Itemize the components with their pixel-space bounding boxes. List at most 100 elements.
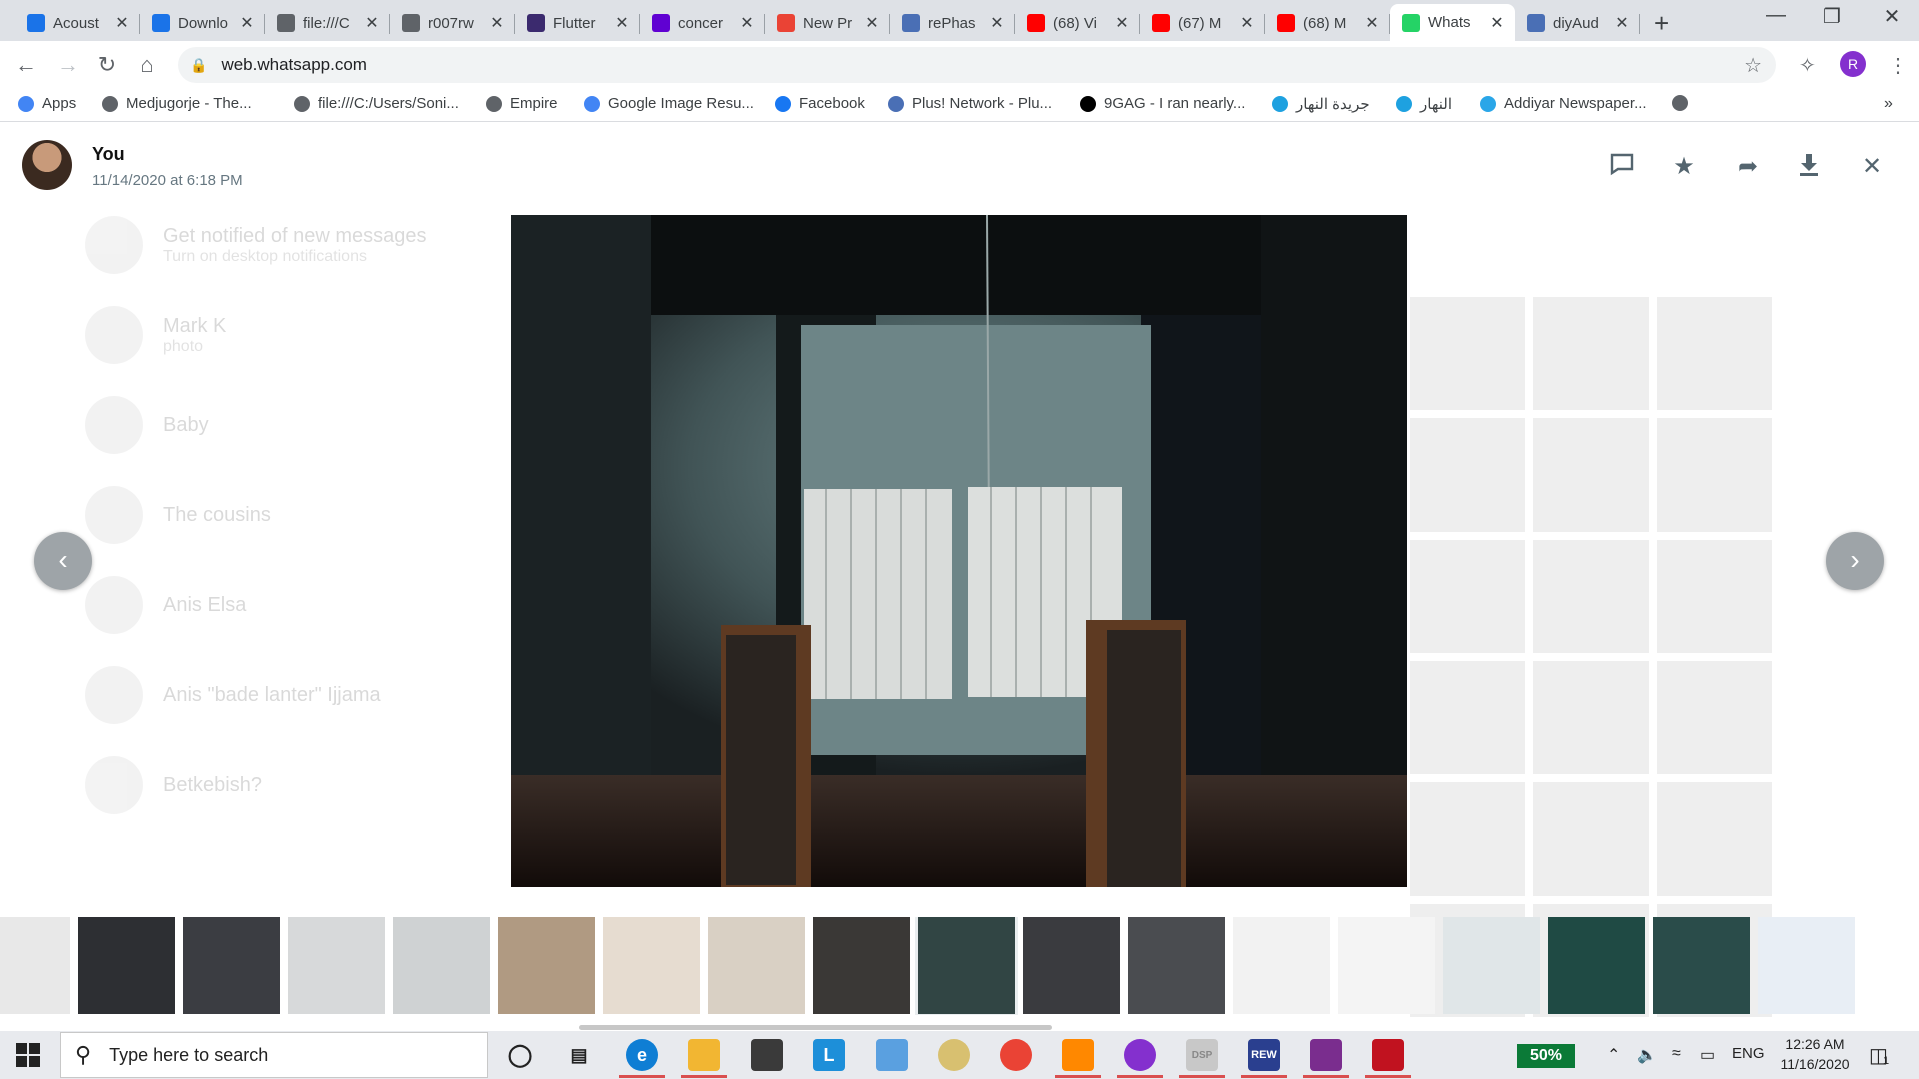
rew-app-icon[interactable]: REW (1248, 1039, 1280, 1071)
tab-1[interactable]: Acoust ✕ (15, 6, 140, 40)
tab-8[interactable]: rePhas ✕ (890, 6, 1015, 40)
bookmark-item[interactable]: Apps (18, 95, 76, 112)
thumbnail[interactable] (183, 917, 280, 1014)
vlc-icon[interactable] (1062, 1039, 1094, 1071)
thumbnail[interactable] (1023, 917, 1120, 1014)
thumbnail[interactable] (603, 917, 700, 1014)
notification-center-icon[interactable]: ◫ 1 (1869, 1043, 1889, 1068)
back-arrow-icon[interactable]: ← (12, 52, 40, 78)
dsp-app-icon[interactable]: DSP (1186, 1039, 1218, 1071)
tab-3[interactable]: file:///C ✕ (265, 6, 390, 40)
extensions-icon[interactable]: ✧ (1799, 53, 1816, 78)
chrome-profile-icon[interactable] (1124, 1039, 1156, 1071)
edge-icon[interactable]: e (626, 1039, 658, 1071)
l-app-icon[interactable]: L (813, 1039, 845, 1071)
tab-close-icon[interactable]: ✕ (364, 13, 380, 33)
battery-percent-badge[interactable]: 50% (1517, 1044, 1575, 1068)
tab-close-icon[interactable]: ✕ (1614, 13, 1630, 33)
winrar-icon[interactable] (1310, 1039, 1342, 1071)
bookmark-item[interactable]: Empire (486, 95, 558, 112)
tab-9[interactable]: (68) Vi ✕ (1015, 6, 1140, 40)
bookmark-item[interactable]: جريدة النهار (1272, 95, 1370, 113)
file-explorer-icon[interactable] (688, 1039, 720, 1071)
bookmark-item[interactable]: Facebook (775, 95, 865, 112)
tab-close-icon[interactable]: ✕ (1364, 13, 1380, 33)
tab-close-icon[interactable]: ✕ (1489, 13, 1505, 33)
bookmark-item[interactable]: Google Image Resu... (584, 95, 754, 112)
network-app-icon[interactable] (876, 1039, 908, 1071)
thumbnail[interactable] (1128, 917, 1225, 1014)
star-icon[interactable]: ★ (1667, 152, 1701, 181)
forward-icon[interactable]: ➦ (1731, 152, 1765, 181)
grid-app-icon[interactable] (1372, 1039, 1404, 1071)
chrome-icon[interactable] (1000, 1039, 1032, 1071)
tab-close-icon[interactable]: ✕ (739, 13, 755, 33)
thumbnail[interactable] (915, 917, 1018, 1015)
thumbnail[interactable] (498, 917, 595, 1014)
thumbnail[interactable] (1653, 917, 1750, 1014)
tab-10[interactable]: (67) M ✕ (1140, 6, 1265, 40)
clock[interactable]: 12:26 AM 11/16/2020 (1774, 1034, 1856, 1074)
taskbar-search-box[interactable]: ⚲ Type here to search (60, 1032, 488, 1078)
tab-close-icon[interactable]: ✕ (989, 13, 1005, 33)
download-icon[interactable] (1792, 152, 1826, 185)
bookmark-item[interactable]: النهار (1396, 95, 1452, 113)
thumbnail[interactable] (1338, 917, 1435, 1014)
thumbnail[interactable] (0, 917, 70, 1014)
tab-close-icon[interactable]: ✕ (864, 13, 880, 33)
new-tab-button[interactable]: + (1654, 8, 1669, 39)
thumbnail-scrollbar[interactable] (579, 1025, 1052, 1030)
address-bar[interactable]: 🔒 web.whatsapp.com ☆ (178, 47, 1776, 83)
reload-icon[interactable]: ↻ (93, 52, 121, 78)
tab-close-icon[interactable]: ✕ (239, 13, 255, 33)
thumbnail[interactable] (1233, 917, 1330, 1014)
task-view-icon[interactable]: ▤ (563, 1039, 595, 1071)
thumbnail[interactable] (393, 917, 490, 1014)
more-bookmarks-button[interactable]: » (1884, 95, 1893, 113)
language-indicator[interactable]: ENG (1732, 1045, 1765, 1062)
thumbnail[interactable] (708, 917, 805, 1014)
tray-chevron-icon[interactable]: ⌃ (1607, 1045, 1620, 1065)
wifi-icon[interactable]: ≈ (1672, 1045, 1681, 1063)
thumbnail[interactable] (1758, 917, 1855, 1014)
forward-arrow-icon[interactable]: → (54, 52, 82, 78)
menu-kebab-icon[interactable]: ⋮ (1888, 53, 1908, 78)
bookmark-item[interactable]: file:///C:/Users/Soni... (294, 95, 459, 112)
windows-start-icon[interactable] (16, 1043, 40, 1067)
store-icon[interactable] (751, 1039, 783, 1071)
bookmark-item[interactable]: 9GAG - I ran nearly... (1080, 95, 1245, 112)
bookmark-globe-icon[interactable] (1672, 95, 1696, 111)
tab-7[interactable]: New Pr ✕ (765, 6, 890, 40)
reply-icon[interactable] (1605, 152, 1639, 183)
sender-avatar[interactable] (22, 140, 72, 190)
thumbnail[interactable] (288, 917, 385, 1014)
tab-close-icon[interactable]: ✕ (489, 13, 505, 33)
battery-icon[interactable]: ▭ (1700, 1045, 1715, 1065)
tab-12[interactable]: Whats ✕ (1390, 4, 1515, 41)
bookmark-item[interactable]: Medjugorje - The... (102, 95, 252, 112)
bookmark-item[interactable]: Plus! Network - Plu... (888, 95, 1052, 112)
tab-close-icon[interactable]: ✕ (614, 13, 630, 33)
tab-13[interactable]: diyAud ✕ (1515, 6, 1640, 40)
tab-close-icon[interactable]: ✕ (114, 13, 130, 33)
thumbnail[interactable] (1548, 917, 1645, 1014)
next-image-button[interactable]: › (1826, 532, 1884, 590)
tab-4[interactable]: r007rw ✕ (390, 6, 515, 40)
tab-close-icon[interactable]: ✕ (1114, 13, 1130, 33)
close-window-button[interactable]: ✕ (1872, 4, 1912, 29)
bookmark-star-icon[interactable]: ☆ (1744, 53, 1762, 78)
tab-11[interactable]: (68) M ✕ (1265, 6, 1390, 40)
thumbnail[interactable] (78, 917, 175, 1014)
url-text[interactable]: web.whatsapp.com (221, 55, 367, 75)
volume-icon[interactable]: 🔈 (1637, 1045, 1657, 1065)
previous-image-button[interactable]: ‹ (34, 532, 92, 590)
close-icon[interactable]: ✕ (1855, 152, 1889, 181)
minimize-button[interactable]: — (1756, 4, 1796, 27)
bookmark-item[interactable]: Addiyar Newspaper... (1480, 95, 1647, 112)
thumbnail[interactable] (813, 917, 910, 1014)
media-disc-icon[interactable] (938, 1039, 970, 1071)
home-icon[interactable]: ⌂ (133, 52, 161, 78)
profile-avatar[interactable]: R (1840, 51, 1866, 77)
tab-6[interactable]: concer ✕ (640, 6, 765, 40)
lock-icon[interactable]: 🔒 (190, 57, 207, 74)
